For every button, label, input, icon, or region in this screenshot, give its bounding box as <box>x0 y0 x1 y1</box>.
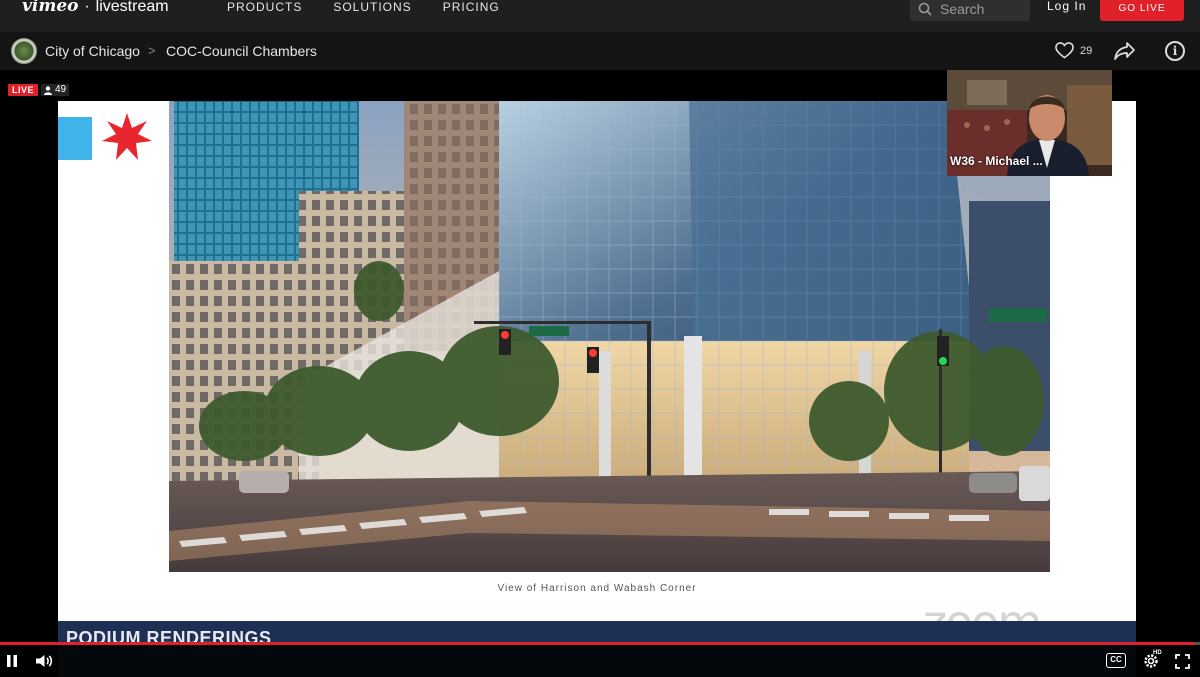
search-icon <box>918 2 932 16</box>
search-box[interactable] <box>910 0 1030 21</box>
logo-main: vimeo <box>22 0 79 16</box>
building-rendering-image <box>169 101 1050 572</box>
cc-icon[interactable]: CC <box>1106 653 1126 668</box>
slide-caption: View of Harrison and Wabash Corner <box>497 583 697 594</box>
settings-icon[interactable]: HD <box>1142 650 1162 670</box>
person-icon <box>44 85 52 95</box>
nav-products[interactable]: PRODUCTS <box>227 0 302 14</box>
info-icon[interactable]: i <box>1165 41 1185 61</box>
logo-sep: · <box>84 0 90 15</box>
breadcrumb-separator: > <box>148 43 156 58</box>
search-input[interactable] <box>940 0 1025 17</box>
heart-icon <box>1055 42 1074 59</box>
like-button[interactable]: 29 <box>1055 42 1092 59</box>
like-count: 29 <box>1080 44 1093 57</box>
login-link[interactable]: Log In <box>1047 0 1086 12</box>
nav-links: PRODUCTS SOLUTIONS PRICING <box>227 0 500 14</box>
video-player[interactable]: View of Harrison and Wabash Corner zoom … <box>0 70 1200 677</box>
breadcrumb-event[interactable]: COC-Council Chambers <box>166 43 317 59</box>
volume-icon[interactable] <box>35 654 53 668</box>
speaker-name: W36 - Michael ... <box>950 154 1043 168</box>
shared-slide: View of Harrison and Wabash Corner zoom … <box>58 101 1136 677</box>
breadcrumb-channel[interactable]: City of Chicago <box>45 43 140 59</box>
player-controls: CC HD <box>0 645 1200 677</box>
logo-sub: livestream <box>95 0 169 15</box>
fullscreen-icon[interactable] <box>1175 654 1190 669</box>
chicago-star-icon <box>102 113 152 160</box>
chicago-flag-stripe <box>58 117 92 160</box>
speaker-video: W36 - Michael ... <box>947 70 1112 176</box>
viewer-count-value: 49 <box>55 84 67 95</box>
nav-solutions[interactable]: SOLUTIONS <box>333 0 411 14</box>
share-icon[interactable] <box>1114 41 1136 61</box>
go-live-button[interactable]: GO LIVE <box>1100 0 1184 21</box>
vimeo-livestream-logo[interactable]: vimeo · livestream <box>22 0 169 16</box>
top-nav: vimeo · livestream PRODUCTS SOLUTIONS PR… <box>0 0 1200 32</box>
nav-pricing[interactable]: PRICING <box>443 0 500 14</box>
channel-bar: City of Chicago > COC-Council Chambers 2… <box>0 32 1200 70</box>
channel-avatar[interactable] <box>11 38 37 64</box>
hd-badge: HD <box>1153 650 1162 656</box>
pause-icon[interactable] <box>6 654 18 668</box>
viewer-count: 49 <box>41 84 70 96</box>
live-badge: LIVE <box>8 84 39 96</box>
